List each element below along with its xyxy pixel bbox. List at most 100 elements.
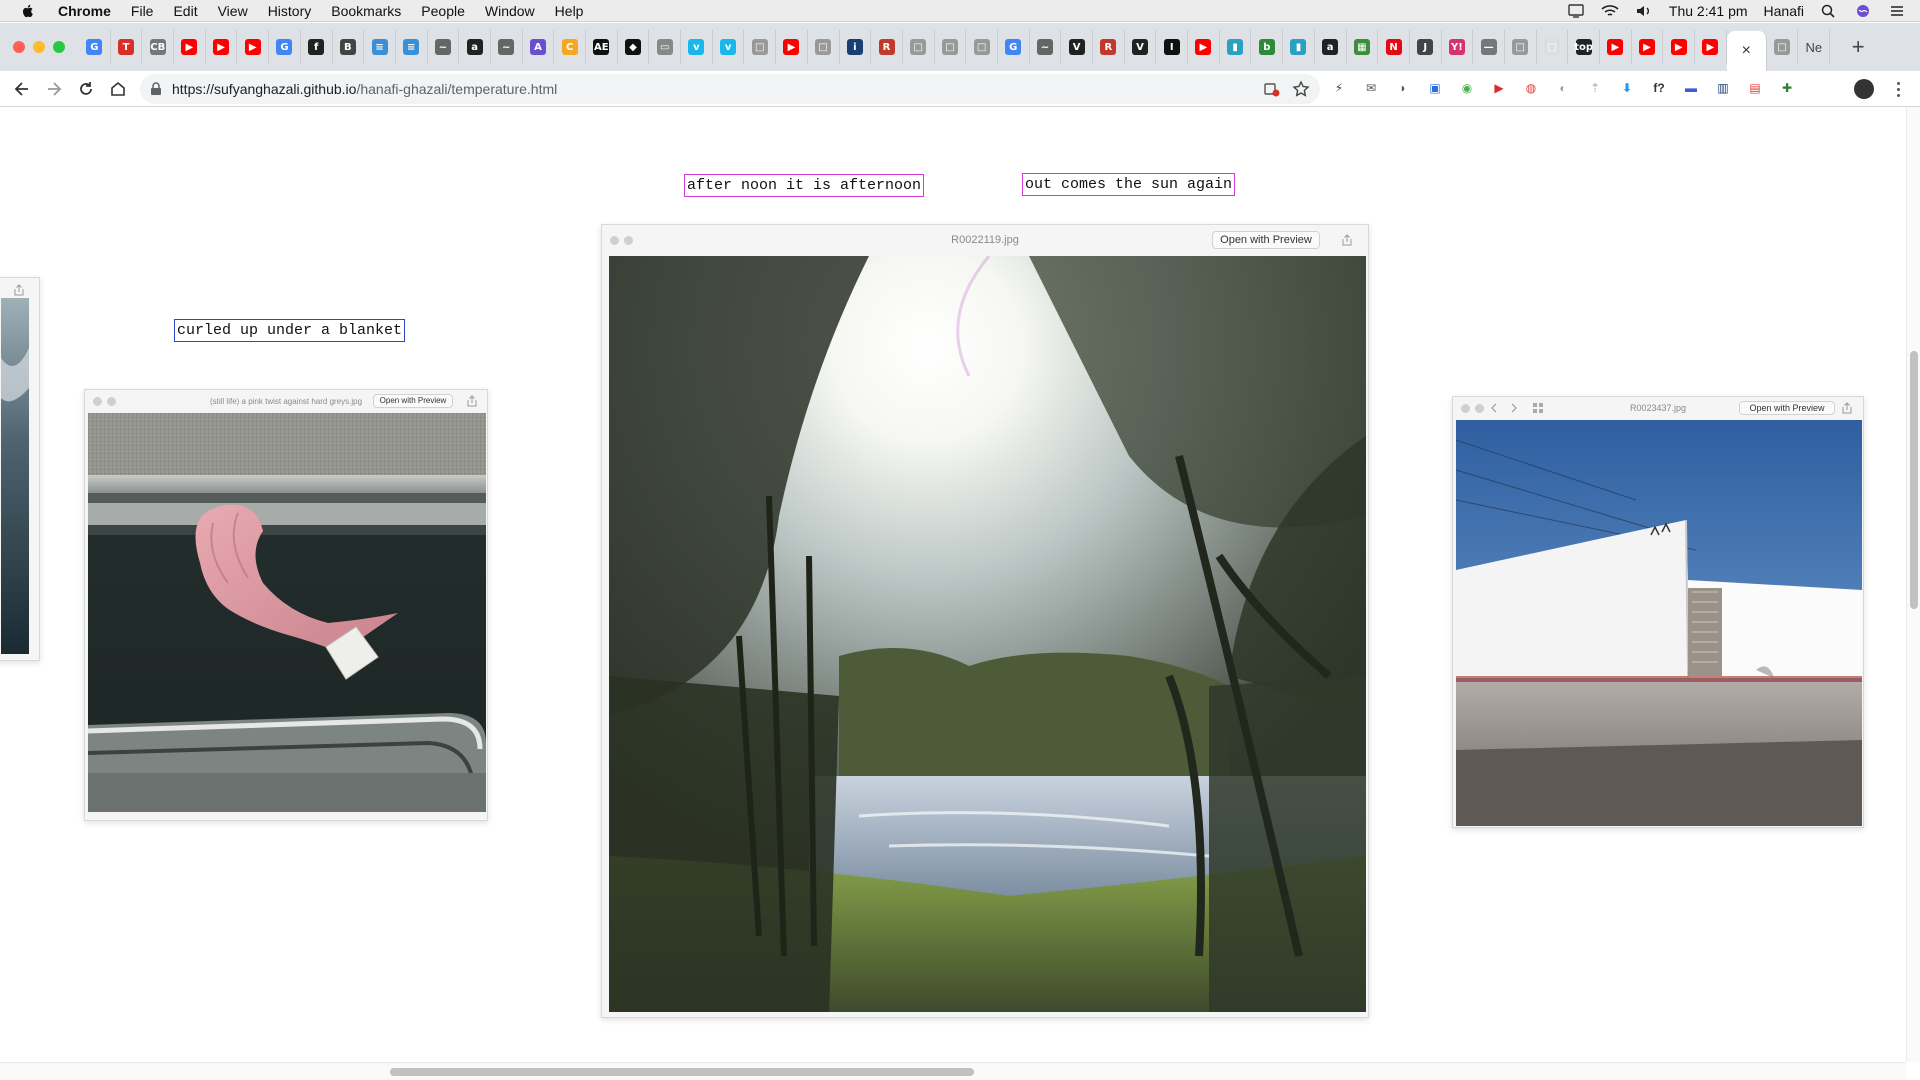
horizontal-scroll-thumb[interactable] bbox=[390, 1068, 974, 1076]
extension-icon[interactable]: ⚡ bbox=[1328, 77, 1350, 99]
forward-button[interactable] bbox=[40, 75, 68, 103]
extension-icon[interactable]: ◍ bbox=[1520, 77, 1542, 99]
browser-tab[interactable]: R bbox=[871, 30, 903, 64]
blocked-content-icon[interactable] bbox=[1264, 81, 1280, 97]
browser-tab[interactable]: ~ bbox=[491, 30, 523, 64]
browser-tab[interactable]: C bbox=[554, 30, 586, 64]
browser-tab[interactable]: a bbox=[1315, 30, 1347, 64]
browser-tab[interactable]: ≡ bbox=[364, 30, 396, 64]
extension-icon[interactable]: ◗ bbox=[1392, 77, 1414, 99]
screen-mirroring-icon[interactable] bbox=[1567, 4, 1585, 18]
address-bar[interactable]: https://sufyanghazali.github.io/hanafi-g… bbox=[140, 74, 1320, 104]
browser-tab[interactable]: b bbox=[1251, 30, 1284, 64]
browser-tab[interactable]: CB bbox=[142, 30, 175, 64]
browser-tab[interactable]: v bbox=[713, 30, 745, 64]
browser-tab[interactable]: ▮ bbox=[1283, 30, 1315, 64]
browser-tab[interactable]: B bbox=[333, 30, 365, 64]
minimize-window-button[interactable] bbox=[33, 41, 45, 53]
wifi-icon[interactable] bbox=[1601, 4, 1619, 18]
browser-tab[interactable]: G bbox=[79, 30, 111, 64]
browser-tab[interactable]: ▶ bbox=[1663, 30, 1696, 64]
browser-tab[interactable]: f bbox=[301, 30, 333, 64]
browser-tab[interactable]: ▶ bbox=[1695, 30, 1727, 64]
open-with-preview-button[interactable]: Open with Preview bbox=[373, 394, 453, 408]
menubar-user[interactable]: Hanafi bbox=[1764, 3, 1804, 19]
browser-tab[interactable]: T bbox=[111, 30, 143, 64]
share-icon[interactable] bbox=[13, 284, 25, 296]
extension-icon[interactable]: f? bbox=[1648, 77, 1670, 99]
url-text[interactable]: https://sufyanghazali.github.io/hanafi-g… bbox=[172, 81, 557, 97]
browser-tab[interactable]: ▶ bbox=[174, 30, 206, 64]
browser-tab[interactable]: ◆ bbox=[618, 30, 650, 64]
browser-tab[interactable]: □ bbox=[935, 30, 967, 64]
browser-tab[interactable]: ▶ bbox=[776, 30, 808, 64]
menu-edit[interactable]: Edit bbox=[173, 3, 197, 19]
browser-tab[interactable]: I bbox=[1156, 30, 1189, 64]
browser-tab[interactable]: □ bbox=[966, 30, 998, 64]
browser-tab[interactable]: N bbox=[1378, 30, 1410, 64]
browser-tab[interactable]: □ bbox=[1537, 30, 1569, 64]
browser-tab[interactable]: ▶ bbox=[237, 30, 270, 64]
lock-icon[interactable] bbox=[150, 82, 162, 96]
menu-bookmarks[interactable]: Bookmarks bbox=[331, 3, 401, 19]
volume-icon[interactable] bbox=[1635, 4, 1653, 18]
vertical-scroll-thumb[interactable] bbox=[1910, 351, 1918, 609]
reload-button[interactable] bbox=[72, 75, 100, 103]
extension-icon[interactable]: ▥ bbox=[1712, 77, 1734, 99]
browser-tab[interactable]: ▶ bbox=[206, 30, 238, 64]
apple-menu-icon[interactable] bbox=[20, 3, 36, 19]
close-window-button[interactable] bbox=[13, 41, 25, 53]
extension-icon[interactable]: ▤ bbox=[1744, 77, 1766, 99]
browser-tab[interactable]: ▶ bbox=[1600, 30, 1632, 64]
browser-tab[interactable]: J bbox=[1410, 30, 1442, 64]
extension-icon[interactable]: ⬇ bbox=[1616, 77, 1638, 99]
extension-icon[interactable]: ◐ bbox=[1552, 77, 1574, 99]
browser-tab[interactable]: ▶ bbox=[1632, 30, 1664, 64]
menu-window[interactable]: Window bbox=[485, 3, 535, 19]
browser-tab[interactable]: top bbox=[1568, 30, 1600, 64]
browser-tab[interactable]: ≡ bbox=[396, 30, 428, 64]
extension-icon[interactable]: ✉ bbox=[1360, 77, 1382, 99]
active-tab[interactable]: × bbox=[1726, 31, 1767, 71]
browser-tab[interactable]: R bbox=[1093, 30, 1125, 64]
chrome-menu-button[interactable] bbox=[1888, 79, 1908, 99]
browser-tab[interactable]: □ bbox=[808, 30, 840, 64]
open-with-preview-button[interactable]: Open with Preview bbox=[1739, 401, 1835, 415]
browser-tab[interactable]: — bbox=[1473, 30, 1505, 64]
browser-tab[interactable]: V bbox=[1125, 30, 1157, 64]
extension-icon[interactable]: ▬ bbox=[1680, 77, 1702, 99]
extension-icon[interactable]: ⇡ bbox=[1584, 77, 1606, 99]
browser-tab[interactable]: A bbox=[523, 30, 555, 64]
extension-icon[interactable]: ▶ bbox=[1488, 77, 1510, 99]
home-button[interactable] bbox=[104, 75, 132, 103]
extension-icon[interactable]: ◉ bbox=[1456, 77, 1478, 99]
menu-people[interactable]: People bbox=[421, 3, 465, 19]
browser-tab[interactable]: Y! bbox=[1442, 30, 1474, 64]
browser-tab[interactable]: V bbox=[1061, 30, 1093, 64]
share-icon[interactable] bbox=[466, 395, 478, 407]
open-with-preview-button[interactable]: Open with Preview bbox=[1212, 231, 1320, 249]
browser-tab[interactable]: G bbox=[269, 30, 301, 64]
menu-view[interactable]: View bbox=[218, 3, 248, 19]
share-icon[interactable] bbox=[1841, 402, 1853, 414]
browser-tab[interactable]: G bbox=[998, 30, 1030, 64]
menu-history[interactable]: History bbox=[268, 3, 312, 19]
browser-tab[interactable]: □ bbox=[1505, 30, 1537, 64]
menu-help[interactable]: Help bbox=[555, 3, 584, 19]
zoom-window-button[interactable] bbox=[53, 41, 65, 53]
share-icon[interactable] bbox=[1341, 234, 1353, 246]
horizontal-scrollbar[interactable] bbox=[0, 1062, 1906, 1080]
extension-icon[interactable]: ✚ bbox=[1776, 77, 1798, 99]
browser-tab[interactable]: ▮ bbox=[1220, 30, 1252, 64]
spotlight-search-icon[interactable] bbox=[1820, 4, 1838, 18]
browser-tab[interactable]: ▭ bbox=[649, 30, 682, 64]
siri-icon[interactable] bbox=[1854, 4, 1872, 18]
browser-tab[interactable]: i bbox=[840, 30, 872, 64]
browser-tab[interactable]: ~ bbox=[428, 30, 460, 64]
new-tab-button[interactable]: + bbox=[1842, 31, 1874, 63]
vertical-scrollbar[interactable] bbox=[1906, 107, 1920, 1062]
browser-tab[interactable]: ▦ bbox=[1347, 30, 1379, 64]
browser-tab[interactable]: □ bbox=[1767, 30, 1799, 64]
browser-tab[interactable]: v bbox=[681, 30, 713, 64]
back-button[interactable] bbox=[8, 75, 36, 103]
